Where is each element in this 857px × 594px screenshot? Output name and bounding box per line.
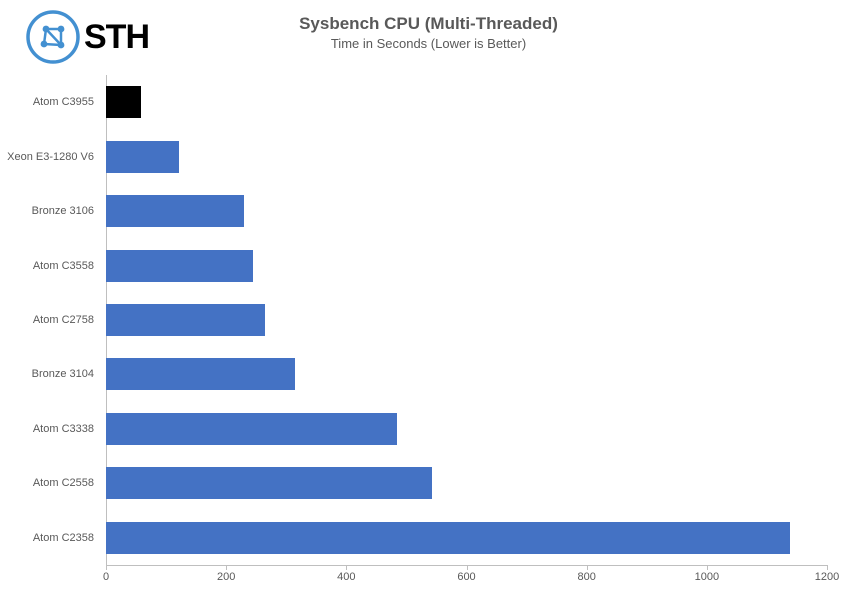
- x-tick-label: 600: [457, 571, 475, 583]
- bar: [106, 141, 179, 173]
- bar: [106, 522, 790, 554]
- x-tick-label: 1200: [815, 571, 839, 583]
- x-tick: [106, 565, 107, 570]
- x-tick: [827, 565, 828, 570]
- bar: [106, 358, 295, 390]
- x-tick-label: 800: [577, 571, 595, 583]
- y-axis-label: Bronze 3104: [32, 368, 94, 380]
- y-axis-label: Xeon E3-1280 V6: [7, 151, 94, 163]
- bar: [106, 250, 253, 282]
- bar: [106, 413, 397, 445]
- bar: [106, 467, 432, 499]
- y-axis-label: Atom C3338: [33, 423, 94, 435]
- chart-title-block: Sysbench CPU (Multi-Threaded) Time in Se…: [0, 14, 857, 51]
- bar: [106, 195, 244, 227]
- x-tick-label: 200: [217, 571, 235, 583]
- x-tick: [467, 565, 468, 570]
- y-axis-label: Atom C2558: [33, 477, 94, 489]
- x-tick: [707, 565, 708, 570]
- x-tick-label: 400: [337, 571, 355, 583]
- x-tick-label: 1000: [695, 571, 719, 583]
- bar: [106, 86, 141, 118]
- bar: [106, 304, 265, 336]
- bars-container: [106, 75, 827, 565]
- y-axis-label: Atom C3558: [33, 260, 94, 272]
- y-axis-label: Atom C2758: [33, 314, 94, 326]
- y-axis-label: Bronze 3106: [32, 205, 94, 217]
- x-tick: [226, 565, 227, 570]
- x-tick: [346, 565, 347, 570]
- y-axis-label: Atom C2358: [33, 532, 94, 544]
- plot-area: [106, 75, 827, 565]
- y-axis-labels: Atom C3955 Xeon E3-1280 V6 Bronze 3106 Atom…: [0, 75, 100, 565]
- x-axis: 020040060080010001200: [106, 565, 827, 585]
- chart-title: Sysbench CPU (Multi-Threaded): [0, 14, 857, 34]
- chart-subtitle: Time in Seconds (Lower is Better): [0, 36, 857, 51]
- y-axis-label: Atom C3955: [33, 96, 94, 108]
- x-tick-label: 0: [103, 571, 109, 583]
- x-tick: [587, 565, 588, 570]
